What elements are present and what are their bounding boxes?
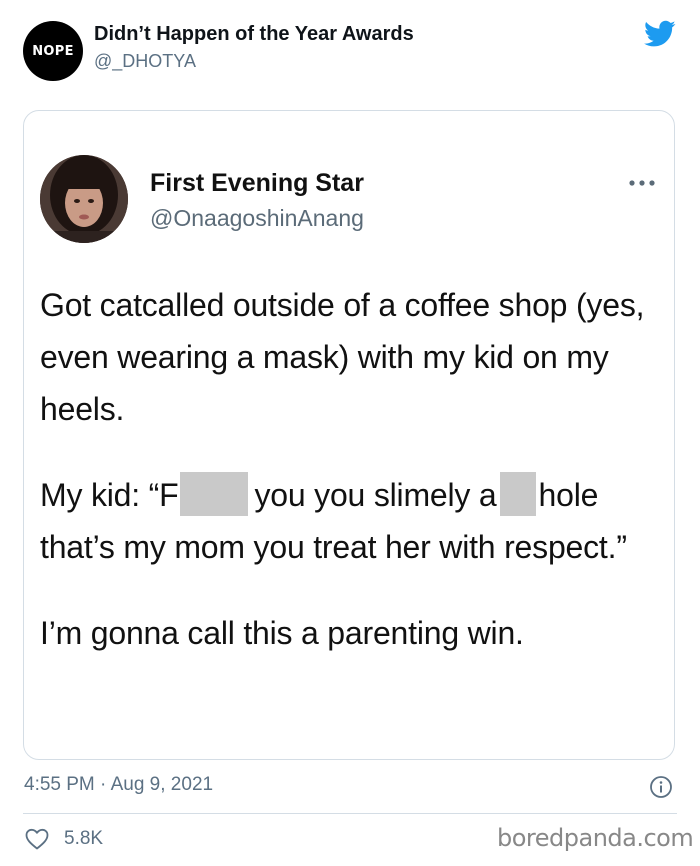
twitter-bird-icon[interactable] [644,20,676,48]
divider [23,813,677,814]
more-options-icon[interactable] [628,179,656,187]
redaction-box [499,472,536,516]
heart-icon[interactable] [24,828,50,850]
quoted-display-name[interactable]: First Evening Star [150,169,364,198]
tweet-paragraph: Got catcalled outside of a coffee shop (… [40,287,645,427]
user-handle[interactable]: @_DHOTYA [94,51,196,72]
info-icon[interactable] [649,775,673,799]
tweet-timestamp[interactable]: 4:55 PM · Aug 9, 2021 [24,774,213,796]
tweet-paragraph: I’m gonna call this a parenting win. [40,615,524,651]
quoted-avatar[interactable] [40,155,128,243]
like-count[interactable]: 5.8K [64,828,103,850]
avatar-text: NOPE [32,43,74,59]
tweet-paragraph: My kid: “F you you slimely a hole that’s m… [40,469,660,573]
watermark: boredpanda.com [497,824,694,852]
text-segment: you you slimely a [254,477,497,513]
redaction-box [180,472,249,516]
quoted-tweet-text: Got catcalled outside of a coffee shop (… [40,279,660,659]
text-segment: My kid: “F [40,477,179,513]
quoted-user-handle[interactable]: @OnaagoshinAnang [150,205,364,232]
quoted-tweet-card[interactable]: First Evening Star @OnaagoshinAnang Got … [23,110,675,760]
avatar[interactable]: NOPE [23,21,83,81]
display-name[interactable]: Didn’t Happen of the Year Awards [94,23,414,46]
